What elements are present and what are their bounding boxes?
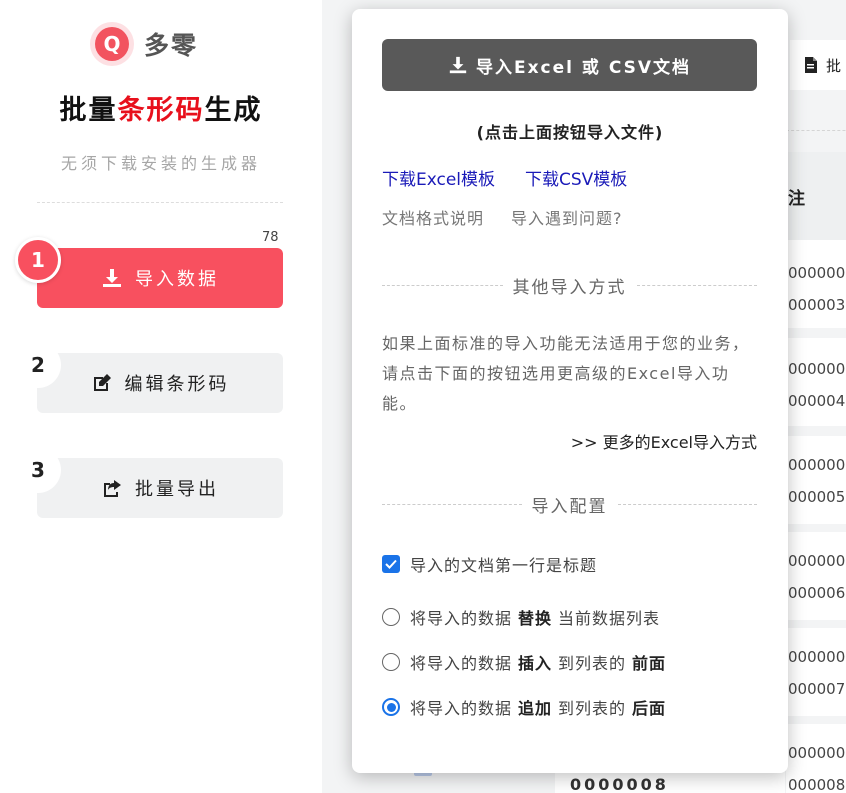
logo: Q 多零 <box>90 22 198 66</box>
cell-text: 000008 <box>788 776 846 793</box>
replace-option[interactable]: 将导入的数据 替换 当前数据列表 <box>382 605 660 629</box>
sidebar: Q 多零 批量条形码生成 无须下载安装的生成器 78 导入数据 1 编辑条形码 … <box>0 0 322 793</box>
logo-icon: Q <box>90 22 134 66</box>
option-label: 导入的文档第一行是标题 <box>410 556 598 575</box>
append-option[interactable]: 将导入的数据 追加 到列表的 后面 <box>382 695 672 719</box>
title-part: 生成 <box>204 95 263 126</box>
radio-button[interactable] <box>382 653 400 671</box>
first-row-header-option[interactable]: 导入的文档第一行是标题 <box>382 552 597 576</box>
cell-text: 000000 <box>788 648 846 666</box>
radio-button[interactable] <box>382 608 400 626</box>
cell-text: 000007 <box>788 680 846 698</box>
import-file-label: 导入Excel 或 CSV文档 <box>475 57 692 78</box>
step-label: 导入数据 <box>135 269 219 290</box>
record-count: 78 <box>262 230 279 245</box>
bg-table-header: 注 <box>786 152 846 240</box>
option-text: 到列表的 <box>558 654 627 673</box>
bg-toolbar-button[interactable]: 批 <box>790 40 846 90</box>
title-part: 批量 <box>59 95 118 126</box>
option-keyword: 后面 <box>632 699 667 718</box>
logo-text: 多零 <box>144 31 199 60</box>
app-subtitle: 无须下载安装的生成器 <box>60 154 261 173</box>
import-problem-link[interactable]: 导入遇到问题? <box>511 205 623 229</box>
cell-text: 000000 <box>788 744 846 762</box>
section-divider: 导入配置 <box>382 492 757 517</box>
import-file-button[interactable]: 导入Excel 或 CSV文档 <box>382 39 757 91</box>
title-highlight: 条形码 <box>117 95 205 126</box>
more-excel-import-link[interactable]: >> 更多的Excel导入方式 <box>571 429 757 453</box>
section-divider: 其他导入方式 <box>382 273 757 298</box>
table-row: 000000 000005 <box>786 436 846 524</box>
cell-text: 000000 <box>788 456 846 474</box>
checkbox[interactable] <box>382 555 400 573</box>
option-text: 到列表的 <box>558 699 627 718</box>
table-row: 000000 000003 <box>786 240 846 328</box>
cell-text: 000005 <box>788 488 846 506</box>
bg-header-label: 注 <box>788 188 805 209</box>
option-text: 将导入的数据 <box>410 609 513 628</box>
bg-divider <box>786 130 846 131</box>
radio-button-selected[interactable] <box>382 698 400 716</box>
option-keyword: 追加 <box>518 699 553 718</box>
edit-barcode-button[interactable]: 编辑条形码 <box>37 353 283 413</box>
option-keyword: 替换 <box>518 609 553 628</box>
step-number: 2 <box>15 342 61 388</box>
step-label: 编辑条形码 <box>124 374 230 395</box>
logo-letter: Q <box>95 27 129 61</box>
option-text: 将导入的数据 <box>410 654 513 673</box>
download-icon <box>448 55 468 75</box>
option-text: 当前数据列表 <box>558 609 661 628</box>
cell-text: 000004 <box>788 392 846 410</box>
cell-text: 000006 <box>788 584 846 602</box>
other-import-description: 如果上面标准的导入功能无法适用于您的业务，请点击下面的按钮选用更高级的Excel… <box>382 334 750 413</box>
table-row: 000000 000004 <box>786 338 846 426</box>
bg-toolbar-label: 批 <box>826 56 842 75</box>
step-label: 批量导出 <box>135 479 219 500</box>
edit-icon <box>91 372 113 394</box>
download-icon <box>101 267 123 289</box>
table-row: 000000 000008 <box>786 724 846 793</box>
insert-option[interactable]: 将导入的数据 插入 到列表的 前面 <box>382 650 672 674</box>
bg-barcode-text: 0000008 <box>570 775 669 793</box>
option-keyword: 插入 <box>518 654 553 673</box>
table-row: 000000 000007 <box>786 628 846 716</box>
divider <box>37 202 283 203</box>
batch-export-button[interactable]: 批量导出 <box>37 458 283 518</box>
download-csv-template-link[interactable]: 下载CSV模板 <box>525 165 627 190</box>
table-row: 000000 000006 <box>786 532 846 620</box>
format-help-link[interactable]: 文档格式说明 <box>382 205 484 229</box>
step-number: 1 <box>15 237 61 283</box>
cell-text: 000000 <box>788 552 846 570</box>
app-title: 批量条形码生成 <box>0 88 322 127</box>
cell-text: 000000 <box>788 360 846 378</box>
import-modal: 导入Excel 或 CSV文档 (点击上面按钮导入文件) 下载Excel模板 下… <box>352 9 788 773</box>
share-icon <box>101 477 123 499</box>
section-title: 其他导入方式 <box>512 278 627 298</box>
download-excel-template-link[interactable]: 下载Excel模板 <box>382 165 495 190</box>
cell-text: 000000 <box>788 264 846 282</box>
check-icon <box>385 559 397 569</box>
section-title: 导入配置 <box>531 497 608 517</box>
option-keyword: 前面 <box>632 654 667 673</box>
import-data-button[interactable]: 导入数据 <box>37 248 283 308</box>
step-number: 3 <box>15 447 61 493</box>
cell-text: 000003 <box>788 296 846 314</box>
import-hint: (点击上面按钮导入文件) <box>476 123 664 142</box>
option-text: 将导入的数据 <box>410 699 513 718</box>
file-icon <box>805 57 817 73</box>
